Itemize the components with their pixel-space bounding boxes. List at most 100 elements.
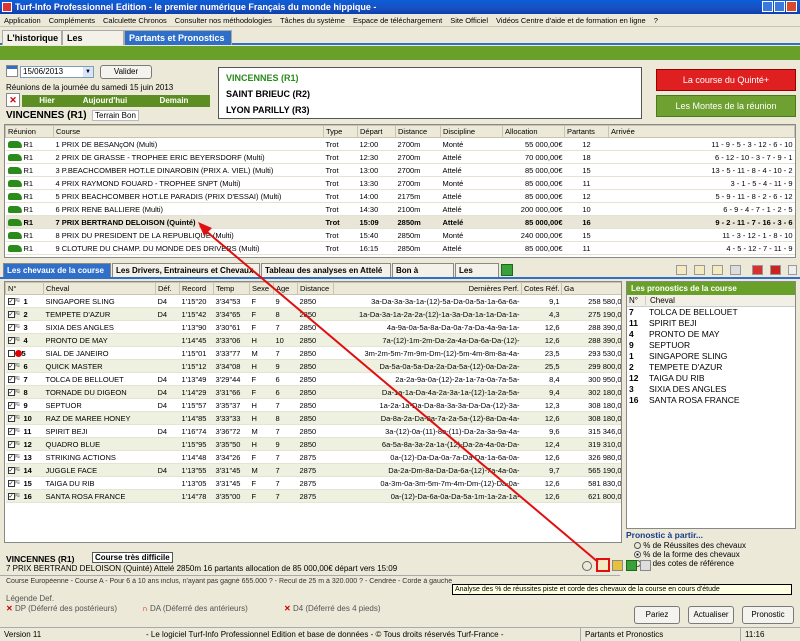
prono-item[interactable]: 12 TAIGA DU RIB (627, 373, 795, 384)
horse-row[interactable]: ⛿13STRIKING ACTIONS1'14"483'34"26F728750… (5, 450, 621, 464)
horse-row[interactable]: ⛿16SANTA ROSA FRANCE1'14"783'35"00F72875… (5, 489, 621, 503)
prono-item[interactable]: 2 TEMPETE D'AZUR (627, 362, 795, 373)
race-row-selected[interactable]: R1 7 PRIX BERTRAND DELOISON (Quinté) Trot 1… (5, 215, 795, 229)
col-partants[interactable]: Partants (564, 125, 609, 138)
col-arrivee[interactable]: Arrivée (608, 125, 795, 138)
prono-item[interactable]: 16 SANTA ROSA FRANCE (627, 395, 795, 406)
excel-icon[interactable] (501, 264, 513, 276)
subtab-drivers[interactable]: Les Drivers, Entraineurs et Chevaux (112, 263, 260, 277)
hier-button[interactable]: Hier (22, 95, 72, 107)
race-row[interactable]: R1 3 P.BEACHCOMBER HOT.LE DINAROBIN (PRIX… (5, 163, 795, 177)
menu-taches[interactable]: Tâches du système (276, 14, 349, 27)
col-discipline[interactable]: Discipline (440, 125, 503, 138)
prono-item[interactable]: 1 SINGAPORE SLING (627, 351, 795, 362)
horse-row[interactable]: ⛿7TOLCA DE BELLOUETD41'13"493'29"44F6285… (5, 372, 621, 386)
horse-row[interactable]: ⛿11SPIRIT BEJID41'16"743'36"72M728503a-(… (5, 424, 621, 438)
menu-videos[interactable]: Vidéos Centre d'aide et de formation en … (492, 14, 650, 27)
race-row[interactable]: R1 9 CLOTURE DU CHAMP. DU MONDE DES DRIVE… (5, 241, 795, 255)
horse-checkbox[interactable] (7, 311, 15, 319)
col-num[interactable]: N° (5, 282, 44, 295)
col-gains[interactable]: Ga (561, 282, 621, 295)
horse-row[interactable]: 5 SIAL DE JANEIRO 1'15"01 3'33"77 M 7 2850 3m-2… (5, 346, 621, 360)
col-record[interactable]: Record (179, 282, 214, 295)
maximize-icon[interactable] (774, 1, 785, 12)
col-dernieres-perf[interactable]: Dernières Perf. (333, 282, 522, 295)
horse-checkbox[interactable] (7, 415, 15, 423)
horse-row[interactable]: ⛿15TAIGA DU RIB1'13"053'31"45F728750a-3m… (5, 476, 621, 490)
menu-application[interactable]: Application (0, 14, 45, 27)
horse-checkbox[interactable] (7, 467, 15, 475)
reunion-item-r2[interactable]: SAINT BRIEUC (R2) (226, 89, 310, 99)
minimize-icon[interactable] (762, 1, 773, 12)
horse-checkbox[interactable] (7, 350, 15, 358)
horse-checkbox[interactable] (7, 428, 15, 436)
col-temp[interactable]: Temp (213, 282, 250, 295)
calendar-x-icon[interactable]: ✕ (6, 93, 20, 107)
calendar-icon[interactable] (6, 65, 18, 77)
horse-checkbox[interactable] (7, 454, 15, 462)
printer-icon[interactable] (640, 560, 651, 571)
col-sexe[interactable]: Sexe (249, 282, 274, 295)
horse-checkbox[interactable] (7, 376, 15, 384)
reunion-item-r3[interactable]: LYON PARILLY (R3) (226, 105, 310, 115)
col-age[interactable]: Age (273, 282, 298, 295)
menu-help[interactable]: ? (650, 14, 662, 27)
stats-icon[interactable] (612, 560, 623, 571)
race-row[interactable]: R1 6 PRIX RENE BALLIERE (Multi) Trot 14:30 2… (5, 202, 795, 216)
col-type[interactable]: Type (323, 125, 358, 138)
prono-item[interactable]: 3 SIXIA DES ANGLES (627, 384, 795, 395)
close-icon[interactable] (786, 1, 797, 12)
validate-button[interactable]: Valider (100, 65, 152, 79)
more-icon[interactable] (788, 265, 797, 275)
horse-row[interactable]: ⛿3SIXIA DES ANGLES1'13"903'30"61F728504a… (5, 320, 621, 334)
print-icon[interactable] (730, 265, 741, 275)
race-row[interactable]: R1 2 PRIX DE GRASSE - TROPHEE ERIC BEYERS… (5, 150, 795, 164)
excel-export-icon[interactable] (626, 560, 637, 571)
reunion-item-r1[interactable]: VINCENNES (R1) (226, 73, 299, 83)
open-folder-icon[interactable] (694, 265, 705, 275)
col-def[interactable]: Déf. (155, 282, 180, 295)
horse-checkbox[interactable] (7, 324, 15, 332)
prono-item[interactable]: 7 TOLCA DE BELLOUET (627, 307, 795, 318)
prono-item[interactable]: 4 PRONTO DE MAY (627, 329, 795, 340)
quinte-icon[interactable] (752, 265, 763, 275)
subtab-cotes[interactable]: Les cotes (455, 263, 499, 289)
pronostic-button[interactable]: Pronostic (742, 606, 794, 624)
subtab-analyses-attele[interactable]: Tableau des analyses en Attelé (261, 263, 391, 277)
horse-checkbox[interactable] (7, 441, 15, 449)
horse-row[interactable]: ⛿6QUICK MASTER1'15"123'34"08H92850Da-5a-… (5, 359, 621, 373)
menu-site-officiel[interactable]: Site Officiel (446, 14, 492, 27)
horse-row[interactable]: ⛿14JUGGLE FACED41'13"553'31"45M72875Da-2… (5, 463, 621, 477)
horse-checkbox[interactable] (7, 480, 15, 488)
radio-cotes[interactable]: % des cotes de référence (634, 559, 796, 568)
horse-checkbox[interactable] (7, 337, 15, 345)
demain-button[interactable]: Demain (138, 95, 210, 107)
col-cheval[interactable]: Cheval (43, 282, 156, 295)
horse-checkbox[interactable] (7, 363, 15, 371)
chevron-down-icon[interactable]: ▼ (83, 67, 93, 77)
race-row[interactable]: R1 1 PRIX DE BESANçON (Multi) Trot 12:00 270… (5, 137, 795, 151)
tab-partants-pronostics[interactable]: Partants et Pronostics (124, 30, 232, 45)
horse-row[interactable]: ⛿8TORNADE DU DIGEOND41'14"293'31"66F6285… (5, 385, 621, 399)
horse-row[interactable]: ⛿2TEMPETE D'AZURD41'15"423'34"65F828501a… (5, 307, 621, 321)
menu-complements[interactable]: Compléments (45, 14, 99, 27)
new-icon[interactable] (676, 265, 687, 275)
tab-historique[interactable]: L'historique (2, 30, 62, 45)
menu-telechargement[interactable]: Espace de téléchargement (349, 14, 446, 27)
radio-reussites[interactable]: % de Réussites des chevaux (634, 541, 796, 550)
horse-checkbox[interactable] (7, 298, 15, 306)
horse-checkbox[interactable] (7, 389, 15, 397)
race-row[interactable]: R1 4 PRIX RAYMOND FOUARD - TROPHEE SNPT (… (5, 176, 795, 190)
prono-item[interactable]: 9 SEPTUOR (627, 340, 795, 351)
prono-item[interactable]: 11 SPIRIT BEJI (627, 318, 795, 329)
horse-row[interactable]: ⛿12QUADRO BLUE1'15"953'35"50H928506a-5a-… (5, 437, 621, 451)
menu-methodologies[interactable]: Consulter nos méthodologies (171, 14, 276, 27)
subtab-chevaux-course[interactable]: Les chevaux de la course (3, 263, 111, 277)
col-allocation[interactable]: Allocation (502, 125, 565, 138)
horse-row[interactable]: ⛿4PRONTO DE MAY1'14"453'33"06H1028507a-(… (5, 333, 621, 347)
radio-forme[interactable]: % de la forme des chevaux (634, 550, 796, 559)
col-depart[interactable]: Départ (357, 125, 396, 138)
horse-row[interactable]: ⛿9SEPTUORD41'15"573'35"37H728501a-2a-1a-… (5, 398, 621, 412)
folder-icon[interactable] (712, 265, 723, 275)
pariez-button[interactable]: Pariez (634, 606, 680, 624)
